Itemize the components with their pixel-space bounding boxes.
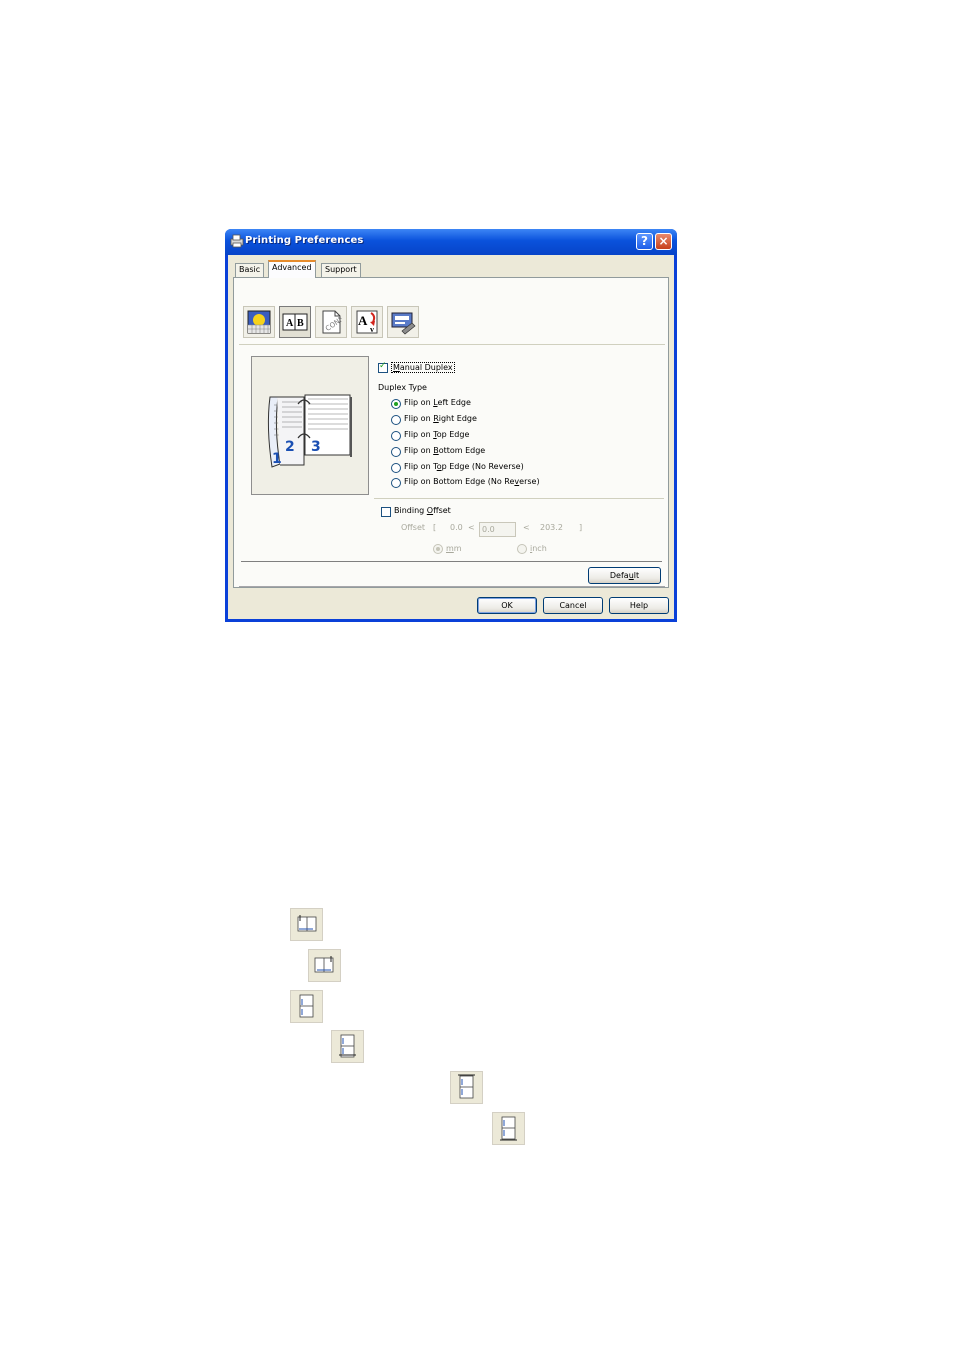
flip-right-edge-label[interactable]: Flip on Right Edge (404, 414, 477, 423)
default-button[interactable]: Default (588, 567, 661, 584)
svg-text:B: B (297, 318, 304, 329)
tab-support[interactable]: Support (321, 263, 361, 277)
offset-value-field[interactable]: 0.0 (479, 522, 516, 537)
duplex-preview: 1 2 3 (251, 356, 369, 495)
flip-left-edge-icon (290, 908, 323, 941)
binding-offset-checkbox[interactable] (381, 507, 391, 517)
manual-duplex-label[interactable]: Manual Duplex (391, 362, 455, 373)
offset-max-value: 203.2 (540, 523, 563, 532)
flip-left-edge-label[interactable]: Flip on Left Edge (404, 398, 471, 407)
flip-bottom-edge-icon (331, 1030, 364, 1063)
watermark-icon: CONF (322, 310, 345, 334)
flip-top-edge-radio[interactable] (391, 431, 401, 441)
page-number-2: 2 (285, 439, 295, 455)
unit-mm-radio[interactable] (433, 544, 443, 554)
flip-left-edge-radio[interactable] (391, 399, 401, 409)
duplex-preview-image: 1 2 3 (267, 394, 352, 468)
dialog-client-area: Basic Advanced Support A B CONF A v 1 2 … (228, 255, 674, 619)
flip-top-edge-no-reverse-icon (450, 1071, 483, 1104)
title-bar[interactable]: Printing Preferences ? × (225, 229, 677, 255)
cancel-button[interactable]: Cancel (543, 597, 603, 614)
page-number-1: 1 (272, 451, 282, 467)
duplex-button[interactable]: A B (279, 306, 311, 338)
checkmark-icon: ✓ (379, 361, 387, 371)
unit-mm-label[interactable]: mm (446, 544, 462, 553)
page-setting-button[interactable]: A v (351, 306, 383, 338)
flip-bottom-edge-radio[interactable] (391, 447, 401, 457)
radio-selected-icon (436, 547, 440, 551)
flip-bottom-edge-no-reverse-radio[interactable] (391, 478, 401, 488)
svg-text:A: A (286, 318, 294, 329)
duplex-icon: A B (282, 313, 308, 331)
unit-inch-radio[interactable] (517, 544, 527, 554)
flip-top-edge-label[interactable]: Flip on Top Edge (404, 430, 469, 439)
manual-duplex-checkbox[interactable]: ✓ (378, 361, 388, 373)
close-title-button[interactable]: × (655, 233, 672, 250)
tab-basic[interactable]: Basic (235, 263, 265, 277)
ok-button[interactable]: OK (477, 597, 537, 614)
flip-bottom-edge-label[interactable]: Flip on Bottom Edge (404, 446, 485, 455)
device-options-icon (391, 312, 416, 335)
radio-selected-icon (394, 402, 398, 406)
flip-bottom-edge-no-reverse-icon (492, 1112, 525, 1145)
help-button[interactable]: Help (609, 597, 669, 614)
flip-right-edge-radio[interactable] (391, 415, 401, 425)
help-title-button[interactable]: ? (636, 233, 653, 250)
print-quality-icon (247, 310, 271, 334)
binding-separator (374, 498, 664, 499)
flip-right-edge-icon (308, 949, 341, 982)
offset-bracket-open: [ (433, 523, 437, 532)
offset-less-than-2: < (523, 523, 530, 532)
tab-advanced[interactable]: Advanced (268, 260, 316, 278)
toolbar-separator (239, 344, 665, 345)
offset-bracket-close: ] (579, 523, 583, 532)
offset-label: Offset (401, 523, 426, 532)
advanced-panel: A B CONF A v 1 2 3 ✓ Manual Duplex Duple… (233, 277, 669, 588)
svg-text:A: A (358, 313, 368, 328)
panel-bottom-separator (239, 586, 665, 587)
device-options-button[interactable] (387, 306, 419, 338)
print-quality-button[interactable] (243, 306, 275, 338)
printing-preferences-dialog: Printing Preferences ? × Basic Advanced … (225, 229, 677, 622)
flip-bottom-edge-no-reverse-label[interactable]: Flip on Bottom Edge (No Reverse) (404, 477, 540, 486)
offset-less-than-1: < (468, 523, 475, 532)
default-separator (241, 561, 662, 562)
help-icon: ? (641, 234, 648, 248)
flip-top-edge-no-reverse-label[interactable]: Flip on Top Edge (No Reverse) (404, 462, 524, 471)
flip-top-edge-icon (290, 990, 323, 1023)
page-setting-icon: A v (356, 310, 378, 334)
page-number-3: 3 (311, 439, 321, 455)
window-title: Printing Preferences (245, 235, 364, 246)
duplex-type-heading: Duplex Type (378, 383, 427, 392)
watermark-button[interactable]: CONF (315, 306, 347, 338)
flip-top-edge-no-reverse-radio[interactable] (391, 463, 401, 473)
svg-text:v: v (370, 325, 374, 334)
close-icon: × (658, 234, 669, 248)
printer-icon (230, 234, 244, 248)
unit-inch-label[interactable]: inch (530, 544, 547, 553)
binding-offset-label[interactable]: Binding Offset (394, 506, 451, 515)
offset-min-value: 0.0 (450, 523, 463, 532)
